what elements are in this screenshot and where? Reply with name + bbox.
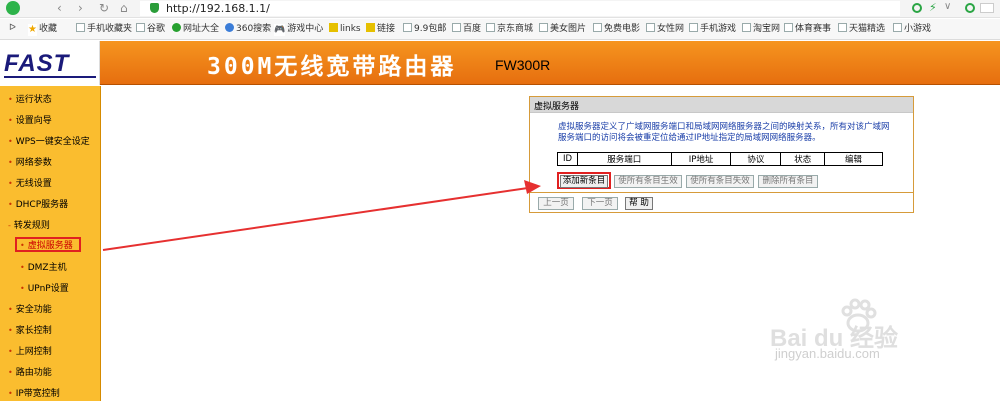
sidebar-item-wps[interactable]: • WPS一键安全设定 bbox=[8, 136, 90, 148]
home-button[interactable]: ⌂ bbox=[120, 1, 128, 15]
bookmark-item[interactable]: 小游戏 bbox=[893, 23, 931, 35]
watermark-url: jingyan.baidu.com bbox=[775, 346, 880, 361]
next-page-button[interactable]: 下一页 bbox=[582, 197, 618, 210]
table-header-cell: 编辑 bbox=[824, 152, 883, 166]
help-button[interactable]: 帮 助 bbox=[625, 197, 653, 210]
back-button[interactable]: ‹ bbox=[57, 1, 62, 15]
panel-title: 虚拟服务器 bbox=[530, 97, 913, 113]
sidebar-item-security[interactable]: • 安全功能 bbox=[8, 304, 52, 316]
delete-all-button[interactable]: 删除所有条目 bbox=[758, 175, 818, 188]
panel-description: 虚拟服务器定义了广域网服务端口和局域网网络服务器之间的映射关系，所有对该广域网服… bbox=[558, 122, 890, 143]
refresh-ext-icon[interactable] bbox=[912, 3, 922, 13]
page-icon bbox=[76, 23, 85, 32]
bookmark-item[interactable]: 天猫精选 bbox=[838, 23, 885, 35]
bookmark-item[interactable]: ★ 收藏 bbox=[28, 23, 57, 36]
product-title: 300M无线宽带路由器 bbox=[207, 54, 457, 80]
reload-button[interactable]: ↻ bbox=[99, 1, 109, 15]
page-icon bbox=[452, 23, 461, 32]
bookmark-item[interactable]: 手机游戏 bbox=[689, 23, 736, 35]
model-number: FW300R bbox=[495, 57, 551, 73]
page-icon bbox=[403, 23, 412, 32]
bookmarks-collapse-icon[interactable]: ᐅ bbox=[9, 23, 16, 33]
bookmark-item[interactable]: 谷歌 bbox=[136, 23, 165, 35]
router-banner: FAST 300M无线宽带路由器 FW300R bbox=[0, 41, 1000, 85]
sidebar-item-network[interactable]: • 网络参数 bbox=[8, 157, 52, 169]
sidebar-item-dmz[interactable]: • DMZ主机 bbox=[20, 262, 67, 274]
sidebar-item-routing[interactable]: • 路由功能 bbox=[8, 367, 52, 379]
url-text[interactable]: http://192.168.1.1/ bbox=[166, 2, 270, 15]
page-icon bbox=[646, 23, 655, 32]
page-icon bbox=[136, 23, 145, 32]
bookmark-item[interactable]: 美女图片 bbox=[539, 23, 586, 35]
sidebar-item-parental[interactable]: • 家长控制 bbox=[8, 325, 52, 337]
bookmark-item[interactable]: 网址大全 bbox=[172, 23, 219, 35]
table-header-cell: ID bbox=[557, 152, 578, 166]
page-icon bbox=[784, 23, 793, 32]
sidebar-item-upnp[interactable]: • UPnP设置 bbox=[20, 283, 69, 295]
forward-button[interactable]: › bbox=[78, 1, 83, 15]
bookmark-item[interactable]: 360搜索 bbox=[225, 23, 271, 35]
check-icon bbox=[172, 23, 181, 32]
table-header-cell: IP地址 bbox=[670, 152, 732, 166]
page-icon bbox=[689, 23, 698, 32]
screenshot-root: ‹ › ↻ ⌂ http://192.168.1.1/ ⚡ ∨ ᐅ ★ 收藏 手机… bbox=[0, 0, 1000, 401]
star-icon: ★ bbox=[28, 24, 37, 36]
table-header-cell: 协议 bbox=[730, 152, 782, 166]
lightning-icon[interactable]: ⚡ bbox=[929, 1, 937, 14]
sidebar-item-bandwidth[interactable]: • IP带宽控制 bbox=[8, 388, 60, 400]
sidebar-item-access-control[interactable]: • 上网控制 bbox=[8, 346, 52, 358]
add-entry-button[interactable]: 添加新条目 bbox=[560, 175, 608, 188]
bookmark-item[interactable]: 京东商城 bbox=[486, 23, 533, 35]
brand-name: FAST bbox=[4, 50, 70, 77]
bookmark-item[interactable]: 🎮 游戏中心 bbox=[274, 23, 323, 36]
page-icon bbox=[486, 23, 495, 32]
dropdown-icon[interactable]: ∨ bbox=[944, 1, 951, 12]
bookmark-item[interactable]: 女性网 bbox=[646, 23, 684, 35]
blue-icon bbox=[225, 23, 234, 32]
sidebar-item-forwarding[interactable]: - 转发规则 bbox=[8, 220, 50, 232]
page-icon bbox=[893, 23, 902, 32]
sidebar-item-wireless[interactable]: • 无线设置 bbox=[8, 178, 52, 190]
bookmark-item[interactable]: 链接 bbox=[366, 23, 395, 35]
table-header-cell: 服务端口 bbox=[576, 152, 672, 166]
page-icon bbox=[742, 23, 751, 32]
page-icon bbox=[593, 23, 602, 32]
bookmarks-bar: ᐅ ★ 收藏 手机收藏夹 谷歌 网址大全 360搜索 🎮 游戏中心 links 链接… bbox=[0, 19, 1000, 40]
bookmark-item[interactable]: 体育赛事 bbox=[784, 23, 831, 35]
bookmark-item[interactable]: links bbox=[329, 23, 361, 35]
sidebar-item-status[interactable]: • 运行状态 bbox=[8, 94, 52, 106]
panel-divider bbox=[530, 192, 913, 193]
virtual-server-panel: 虚拟服务器 虚拟服务器定义了广域网服务端口和局域网网络服务器之间的映射关系，所有… bbox=[529, 96, 914, 213]
bookmark-item[interactable]: 手机收藏夹 bbox=[76, 23, 132, 35]
search-box[interactable] bbox=[980, 3, 994, 13]
search-engine-icon[interactable] bbox=[965, 3, 975, 13]
arrow-line bbox=[102, 187, 529, 251]
brand-underline bbox=[4, 76, 96, 78]
sidebar-item-dhcp[interactable]: • DHCP服务器 bbox=[8, 199, 68, 211]
page-icon bbox=[838, 23, 847, 32]
virtual-server-table: ID 服务端口 IP地址 协议 状态 编辑 bbox=[557, 152, 883, 166]
table-header-row: ID 服务端口 IP地址 协议 状态 编辑 bbox=[557, 152, 883, 166]
gamepad-icon: 🎮 bbox=[274, 24, 286, 36]
bookmark-item[interactable]: 免费电影 bbox=[593, 23, 640, 35]
bookmark-item[interactable]: 百度 bbox=[452, 23, 481, 35]
sidebar-menu: • 运行状态 • 设置向导 • WPS一键安全设定 • 网络参数 • 无线设置 • DHCP… bbox=[0, 86, 101, 401]
brand-logo: FAST bbox=[0, 41, 100, 85]
prev-page-button[interactable]: 上一页 bbox=[538, 197, 574, 210]
sidebar-item-wizard[interactable]: • 设置向导 bbox=[8, 115, 52, 127]
bookmark-item[interactable]: 淘宝网 bbox=[742, 23, 780, 35]
sidebar-item-virtual-server[interactable]: • 虚拟服务器 bbox=[20, 240, 73, 252]
bookmark-item[interactable]: 9.9包邮 bbox=[403, 23, 446, 35]
table-header-cell: 状态 bbox=[780, 152, 826, 166]
browser-toolbar: ‹ › ↻ ⌂ http://192.168.1.1/ ⚡ ∨ bbox=[0, 0, 1000, 18]
folder-icon bbox=[329, 23, 338, 32]
page-icon bbox=[539, 23, 548, 32]
shield-icon bbox=[150, 3, 159, 13]
browser-logo-icon bbox=[6, 1, 20, 15]
disable-all-button[interactable]: 使所有条目失效 bbox=[686, 175, 754, 188]
folder-icon bbox=[366, 23, 375, 32]
enable-all-button[interactable]: 使所有条目生效 bbox=[614, 175, 682, 188]
